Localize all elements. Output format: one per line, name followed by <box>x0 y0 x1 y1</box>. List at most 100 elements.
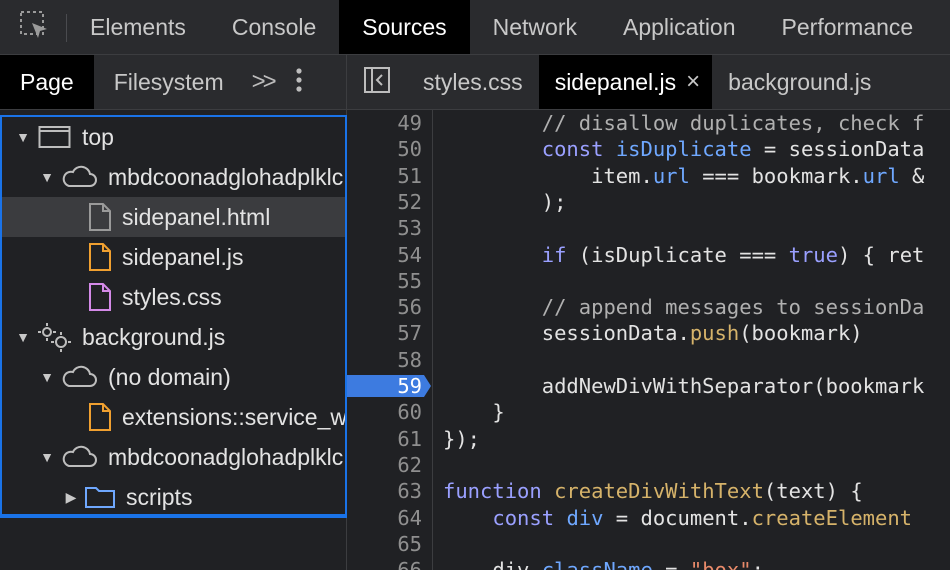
line-number[interactable]: 59 <box>347 373 422 399</box>
tree-item-label: (no domain) <box>108 363 231 390</box>
line-number[interactable]: 54 <box>347 242 422 268</box>
code-text: div.className = "box"; <box>443 557 764 570</box>
close-tab-icon[interactable]: × <box>686 68 700 96</box>
expanded-arrow-icon[interactable]: ▼ <box>40 449 54 465</box>
line-number[interactable]: 52 <box>347 189 422 215</box>
file-tab-styles-css[interactable]: styles.css <box>407 55 539 109</box>
tab-console[interactable]: Console <box>209 0 339 54</box>
expanded-arrow-icon[interactable]: ▼ <box>40 169 54 185</box>
code-line[interactable]: 61}); <box>347 426 950 452</box>
tree-item-label: top <box>82 123 114 150</box>
code-line[interactable]: 51 item.url === bookmark.url & <box>347 163 950 189</box>
line-number[interactable]: 56 <box>347 294 422 320</box>
tab-elements[interactable]: Elements <box>67 0 209 54</box>
line-number[interactable]: 63 <box>347 478 422 504</box>
tree-item-label: scripts <box>126 483 193 510</box>
code-text: item.url === bookmark.url & <box>443 163 925 188</box>
code-line[interactable]: 65 <box>347 531 950 557</box>
inspect-element-button[interactable] <box>0 0 67 54</box>
code-line[interactable]: 52 ); <box>347 189 950 215</box>
tree-item-domain[interactable]: ▼ mbdcoonadglohadplklc <box>2 437 345 477</box>
code-text: function createDivWithText(text) { <box>443 479 863 504</box>
code-line[interactable]: 54 if (isDuplicate === true) { ret <box>347 242 950 268</box>
line-number[interactable]: 49 <box>347 110 422 136</box>
code-line[interactable]: 50 const isDuplicate = sessionData <box>347 136 950 162</box>
tab-application[interactable]: Application <box>600 0 759 54</box>
collapsed-arrow-icon[interactable]: ▶ <box>64 489 78 506</box>
more-tabs-button[interactable]: >> <box>244 55 282 109</box>
cloud-icon <box>60 165 98 189</box>
file-tab-label: sidepanel.js <box>554 68 677 95</box>
file-tab-background-js[interactable]: background.js <box>712 55 887 109</box>
code-text: } <box>443 400 505 425</box>
stylesheet-file-icon <box>88 282 112 312</box>
code-line[interactable]: 57 sessionData.push(bookmark) <box>347 320 950 346</box>
code-line[interactable]: 49 // disallow duplicates, check f <box>347 110 950 136</box>
file-tab-sidepanel-js[interactable]: sidepanel.js × <box>538 55 713 109</box>
line-number[interactable]: 57 <box>347 320 422 346</box>
file-tree: ▼ top ▼ mbdcoonadglohadplklc sidepanel.h… <box>0 115 347 518</box>
tab-sources[interactable]: Sources <box>339 0 470 54</box>
tree-item-label: styles.css <box>122 283 222 310</box>
expanded-arrow-icon[interactable]: ▼ <box>16 129 30 145</box>
code-text: }); <box>443 426 481 451</box>
code-text: const isDuplicate = sessionData <box>541 137 925 162</box>
tree-item-top[interactable]: ▼ top <box>2 117 345 157</box>
line-number[interactable]: 53 <box>347 215 422 241</box>
tree-item-sidepanel-html[interactable]: sidepanel.html <box>2 197 345 237</box>
expanded-arrow-icon[interactable]: ▼ <box>16 329 30 345</box>
navigator-menu-button[interactable] <box>282 55 316 109</box>
tree-item-styles-css[interactable]: styles.css <box>2 277 345 317</box>
tab-network[interactable]: Network <box>470 0 600 54</box>
script-file-icon <box>88 242 112 272</box>
tree-item-scripts-folder[interactable]: ▶ scripts <box>2 477 345 516</box>
tree-item-background-js[interactable]: ▼ background.js <box>2 317 345 357</box>
code-line[interactable]: 55 <box>347 268 950 294</box>
cloud-icon <box>60 365 98 389</box>
line-number[interactable]: 66 <box>347 557 422 570</box>
tab-performance[interactable]: Performance <box>759 0 937 54</box>
script-file-icon <box>88 402 112 432</box>
inspect-element-icon <box>18 9 50 46</box>
tab-page[interactable]: Page <box>0 55 94 109</box>
file-icon <box>88 202 112 232</box>
tree-item-domain[interactable]: ▼ mbdcoonadglohadplklc <box>2 157 345 197</box>
sources-navigator: Page Filesystem >> ▼ top ▼ mbdcoonadgloh… <box>0 55 347 570</box>
tree-item-service-worker[interactable]: extensions::service_worker <box>2 397 345 437</box>
line-number[interactable]: 61 <box>347 426 422 452</box>
line-number[interactable]: 62 <box>347 452 422 478</box>
code-line[interactable]: 59 addNewDivWithSeparator(bookmark <box>347 373 950 399</box>
line-number[interactable]: 65 <box>347 531 422 557</box>
tree-item-label: mbdcoonadglohadplklc <box>108 443 344 470</box>
code-line[interactable]: 60 } <box>347 399 950 425</box>
tree-item-no-domain[interactable]: ▼ (no domain) <box>2 357 345 397</box>
tree-item-sidepanel-js[interactable]: sidepanel.js <box>2 237 345 277</box>
code-text: const div = document.createElement <box>492 505 913 530</box>
code-line[interactable]: 62 <box>347 452 950 478</box>
line-number[interactable]: 51 <box>347 163 422 189</box>
line-number[interactable]: 55 <box>347 268 422 294</box>
line-number[interactable]: 60 <box>347 399 422 425</box>
more-vertical-icon <box>296 67 302 98</box>
tree-item-label: mbdcoonadglohadplklc <box>108 163 344 190</box>
code-line[interactable]: 53 <box>347 215 950 241</box>
code-line[interactable]: 64 const div = document.createElement <box>347 505 950 531</box>
expanded-arrow-icon[interactable]: ▼ <box>40 369 54 385</box>
code-text: // disallow duplicates, check f <box>541 111 925 135</box>
line-number[interactable]: 58 <box>347 347 422 373</box>
tab-filesystem[interactable]: Filesystem <box>94 55 244 109</box>
code-line[interactable]: 66 div.className = "box"; <box>347 557 950 570</box>
devtools-tab-bar: Elements Console Sources Network Applica… <box>0 0 950 55</box>
code-line[interactable]: 63 function createDivWithText(text) { <box>347 478 950 504</box>
sidebar-toggle-icon <box>363 66 391 99</box>
cloud-icon <box>60 445 98 469</box>
line-number[interactable]: 64 <box>347 505 422 531</box>
toggle-navigator-button[interactable] <box>347 55 407 109</box>
code-text: sessionData.push(bookmark) <box>443 321 863 346</box>
tree-item-label: extensions::service_worker <box>122 403 347 430</box>
code-line[interactable]: 58 <box>347 347 950 373</box>
line-number[interactable]: 50 <box>347 136 422 162</box>
code-area[interactable]: 49 // disallow duplicates, check f 50 con… <box>347 110 950 570</box>
navigator-tabs: Page Filesystem >> <box>0 55 346 110</box>
code-line[interactable]: 56 // append messages to sessionDa <box>347 294 950 320</box>
